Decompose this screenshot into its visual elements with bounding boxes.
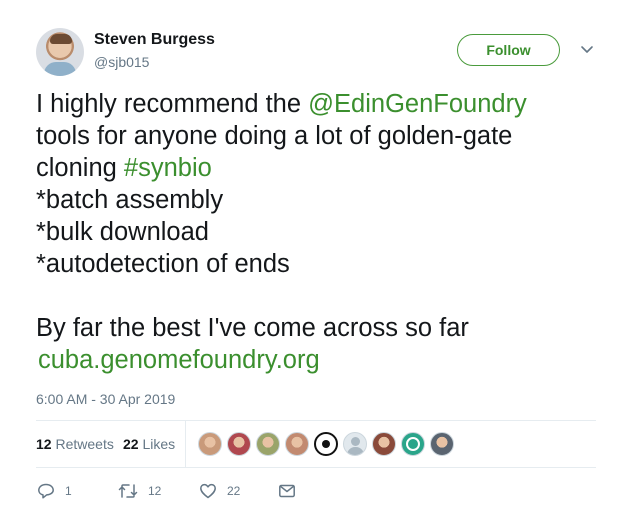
tweet-lines: I highly recommend the @EdinGenFoundry to… [36, 88, 596, 344]
retweet-button[interactable]: 12 [118, 482, 161, 500]
likes-stat[interactable]: 22 Likes [123, 436, 175, 452]
egf-logo-avatar[interactable] [401, 432, 425, 456]
liker-avatars [198, 432, 459, 456]
envelope-icon [279, 484, 295, 498]
tweet-text-segment: *batch assembly [36, 186, 224, 214]
mention-link[interactable]: @EdinGenFoundry [308, 90, 527, 118]
tweet-line: *bulk download [36, 216, 596, 248]
reply-icon [38, 483, 54, 499]
retweet-icon [118, 484, 138, 498]
stats-separator [185, 421, 186, 467]
retweets-stat[interactable]: 12 Retweets [36, 436, 114, 452]
tweet-text-segment: *bulk download [36, 218, 209, 246]
tweet-line: tools for anyone doing a lot of golden-g… [36, 120, 596, 152]
tweet-text-segment: tools for anyone doing a lot of golden-g… [36, 122, 513, 150]
like-button[interactable]: 22 [199, 482, 240, 500]
author-name[interactable]: Steven Burgess [94, 31, 215, 49]
divider [36, 420, 596, 421]
like-action-count: 22 [227, 484, 241, 498]
tweet-url[interactable]: cuba.genomefoundry.org [36, 344, 596, 376]
tweet-text-segment: *autodetection of ends [36, 250, 290, 278]
avatar-hair [50, 34, 72, 44]
avatar-shirt [44, 62, 76, 76]
tweet-line: *autodetection of ends [36, 248, 596, 280]
reply-count: 1 [65, 484, 72, 498]
likes-label: Likes [142, 436, 176, 452]
user-avatar-4[interactable] [285, 432, 309, 456]
hashtag-link[interactable]: #synbio [124, 154, 212, 182]
author-avatar[interactable] [36, 28, 84, 76]
tweet-line: By far the best I've come across so far [36, 312, 596, 344]
follow-button[interactable]: Follow [457, 34, 560, 66]
heart-icon [200, 483, 216, 499]
likes-count: 22 [123, 436, 139, 452]
tweet-url-link[interactable]: cuba.genomefoundry.org [38, 346, 320, 374]
default-avatar[interactable] [343, 432, 367, 456]
retweets-count: 12 [36, 436, 52, 452]
author-handle[interactable]: @sjb015 [94, 54, 149, 70]
tweet-line [36, 280, 596, 312]
tweet-text: I highly recommend the @EdinGenFoundry to… [36, 88, 596, 376]
target-avatar[interactable] [314, 432, 338, 456]
tweet-text-segment: cloning [36, 154, 124, 182]
user-avatar-9[interactable] [430, 432, 454, 456]
tweet-line: *batch assembly [36, 184, 596, 216]
tweet-text-segment: I highly recommend the [36, 90, 309, 118]
divider [36, 467, 596, 468]
retweets-label: Retweets [55, 436, 114, 452]
tweet-text-segment: By far the best I've come across so far [36, 314, 469, 342]
user-avatar-3[interactable] [256, 432, 280, 456]
tweet-line: I highly recommend the @EdinGenFoundry [36, 88, 596, 120]
user-avatar-7[interactable] [372, 432, 396, 456]
tweet-timestamp[interactable]: 6:00 AM - 30 Apr 2019 [36, 391, 175, 407]
reply-button[interactable]: 1 [37, 482, 72, 500]
tweet-line: cloning #synbio [36, 152, 596, 184]
retweet-action-count: 12 [148, 484, 162, 498]
user-avatar-2[interactable] [227, 432, 251, 456]
direct-message-button[interactable] [278, 482, 306, 500]
chevron-down-icon[interactable] [580, 42, 594, 56]
user-avatar-1[interactable] [198, 432, 222, 456]
